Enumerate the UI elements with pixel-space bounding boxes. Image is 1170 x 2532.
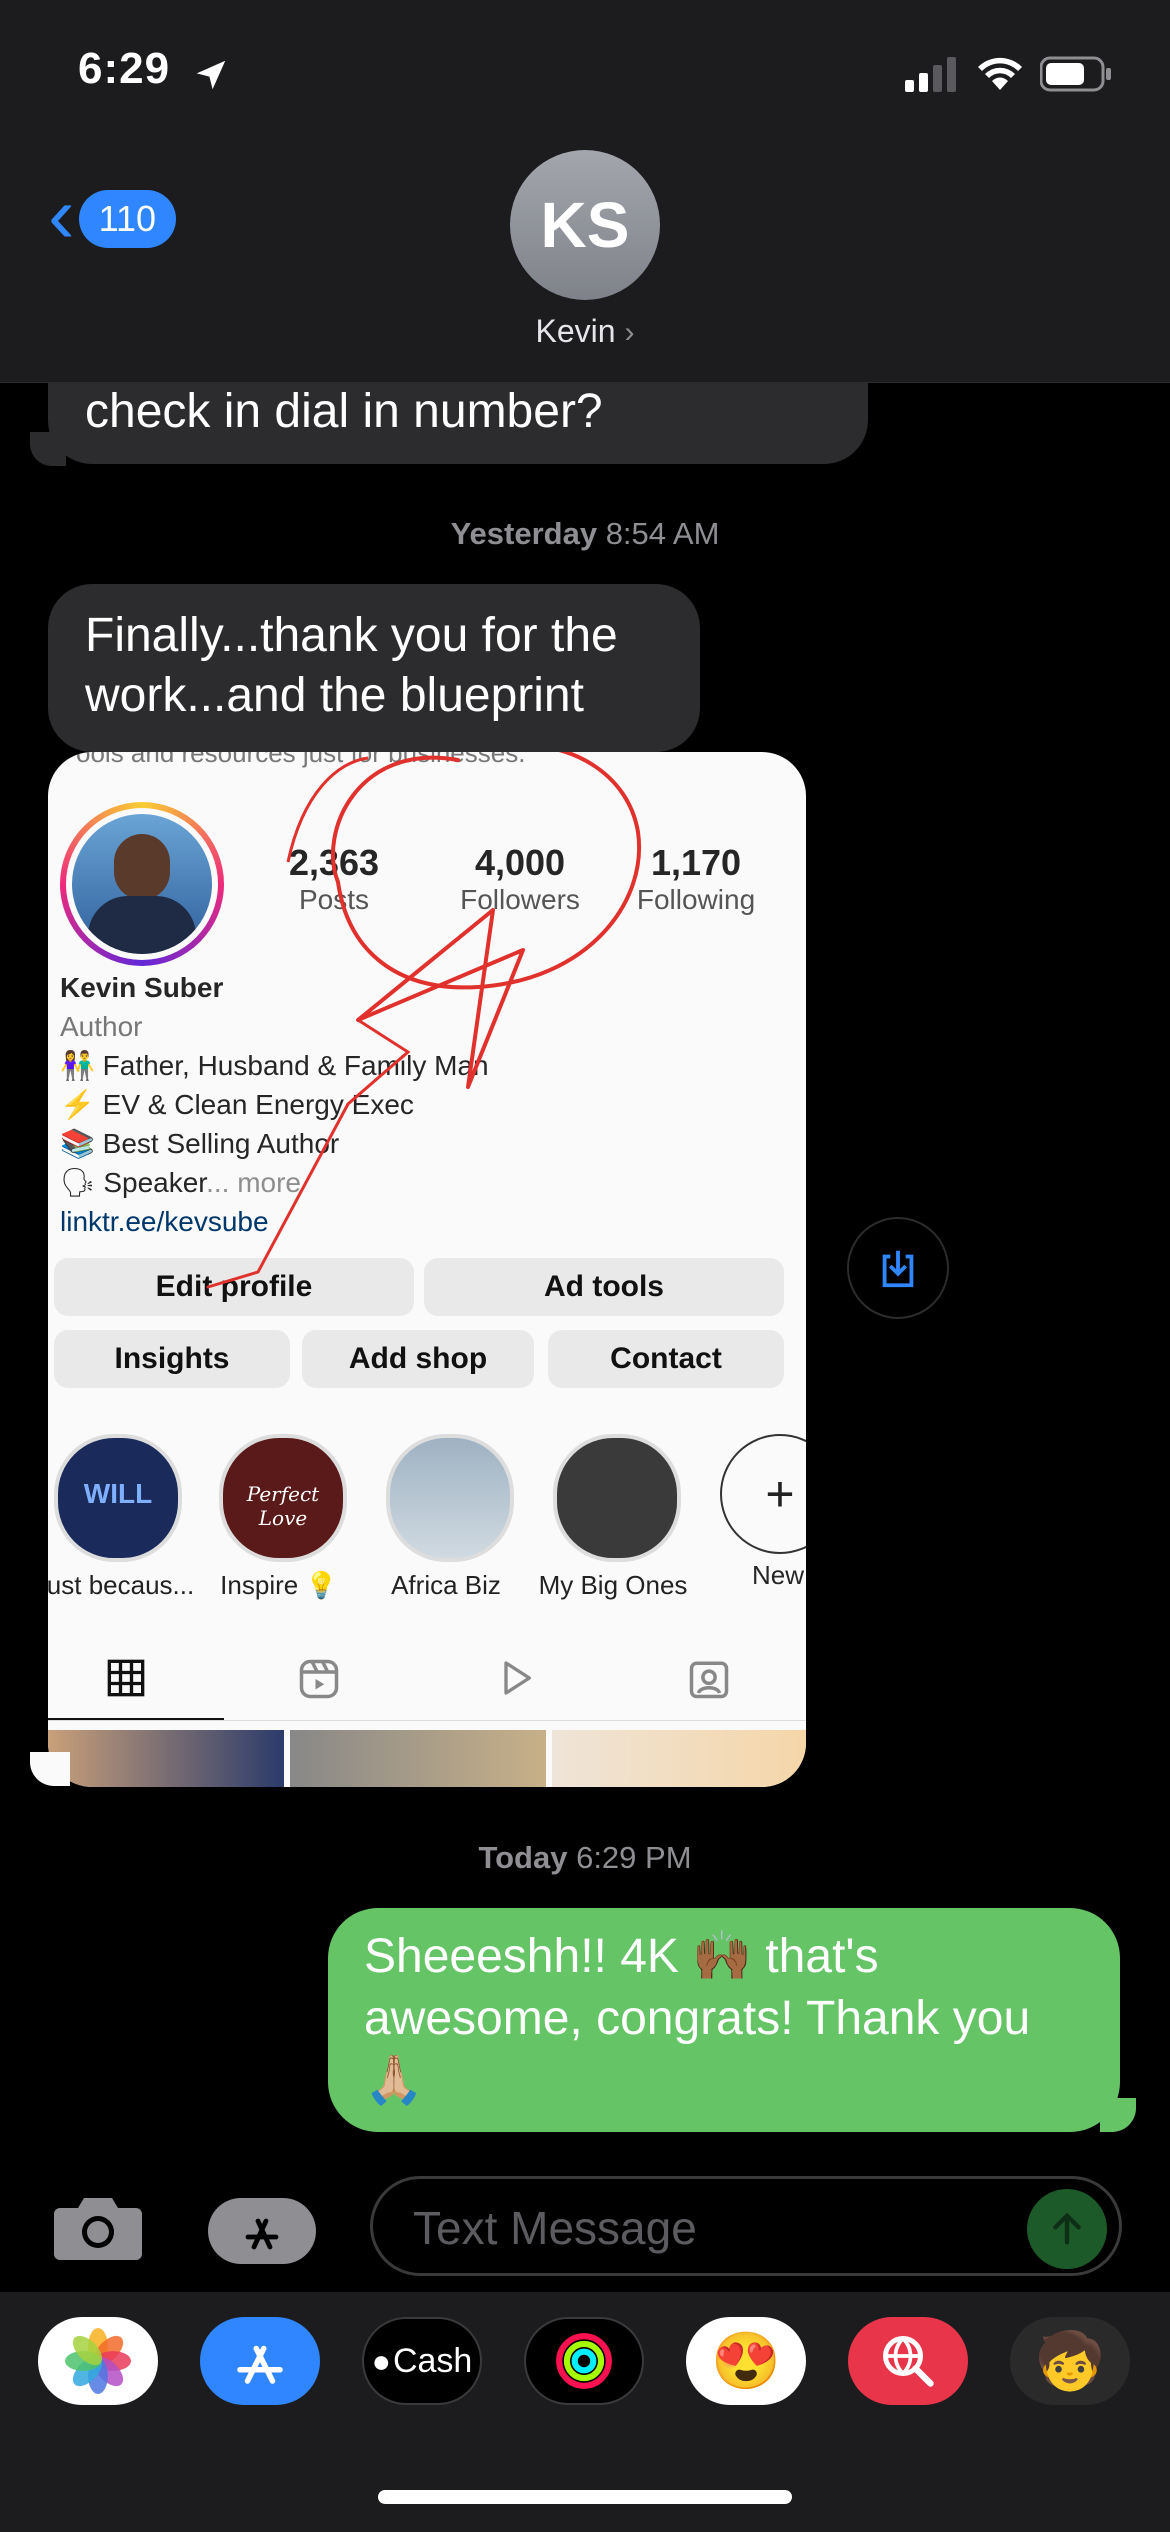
message-bubble-incoming[interactable]: Finally...thank you for the work...and t… <box>48 584 700 752</box>
memoji-stickers-app-icon[interactable]: 😍 <box>686 2317 806 2405</box>
chevron-right-icon: › <box>624 316 635 349</box>
message-text: check in dial in number? <box>85 385 603 438</box>
message-line: work...and the blueprint <box>85 669 584 722</box>
arrow-up-icon <box>1053 2212 1081 2245</box>
apple-cash-app-icon[interactable]: ● Cash <box>362 2317 482 2405</box>
photos-app-icon[interactable] <box>38 2317 158 2405</box>
message-bubble-outgoing[interactable]: Sheeeshh!! 4K 🙌🏾 that's awesome, congrat… <box>328 1908 1120 2132</box>
bubble-tail <box>1100 2098 1136 2132</box>
timestamp: Today 6:29 PM <box>0 1840 1170 1876</box>
photos-flower-icon <box>65 2328 131 2394</box>
image-search-app-icon[interactable] <box>848 2317 968 2405</box>
memoji-app-icon[interactable]: 🧒 <box>1010 2317 1130 2405</box>
app-store-app-icon[interactable] <box>200 2317 320 2405</box>
app-store-icon <box>245 2218 279 2250</box>
memoji-sticker-icon: 😍 <box>711 2329 781 2392</box>
contact-avatar[interactable]: KS <box>510 150 660 300</box>
apple-logo-icon: ● <box>371 2342 391 2379</box>
message-line: Sheeeshh!! 4K 🙌🏾 that's <box>364 1930 879 1983</box>
contact-name-button[interactable]: Kevin › <box>0 313 1170 350</box>
chevron-left-icon: ‹ <box>48 170 75 259</box>
message-line: Finally...thank you for the <box>85 609 618 662</box>
back-button[interactable]: ‹ 110 <box>48 175 177 255</box>
timestamp-day: Today <box>478 1840 568 1875</box>
battery-icon <box>1040 56 1111 92</box>
location-arrow-icon <box>196 60 226 90</box>
app-store-apps-button[interactable] <box>208 2198 316 2264</box>
activity-rings-icon <box>556 2333 612 2389</box>
annotation-circle-arrow <box>206 752 642 1289</box>
timestamp: Yesterday 8:54 AM <box>0 516 1170 552</box>
image-attachment-instagram-profile[interactable]: ools and resources just for businesses. … <box>48 752 806 1787</box>
memoji-face-icon: 🧒 <box>1035 2329 1105 2392</box>
wifi-icon <box>978 57 1022 90</box>
app-store-a-icon <box>237 2345 283 2384</box>
contact-name: Kevin <box>535 313 616 349</box>
timestamp-time: 8:54 AM <box>605 516 720 551</box>
message-input[interactable]: Text Message <box>370 2176 1122 2276</box>
globe-search-icon <box>883 2336 934 2387</box>
camera-icon[interactable] <box>52 2192 144 2262</box>
download-icon <box>882 1250 914 1288</box>
message-bubble-incoming[interactable]: check in dial in number? <box>48 382 868 464</box>
apple-cash-label: Cash <box>392 2341 473 2380</box>
fitness-app-icon[interactable] <box>524 2317 644 2405</box>
bubble-tail <box>30 432 66 466</box>
timestamp-time: 6:29 PM <box>576 1840 692 1875</box>
message-line: awesome, congrats! Thank you <box>364 1992 1031 2045</box>
unread-count-badge: 110 <box>78 190 177 248</box>
message-input-placeholder: Text Message <box>413 2202 697 2254</box>
status-time: 6:29 <box>78 44 171 93</box>
bubble-tail <box>30 1752 70 1786</box>
home-indicator[interactable] <box>378 2490 792 2504</box>
cellular-signal-icon <box>905 57 956 92</box>
save-attachment-button[interactable] <box>847 1217 949 1319</box>
message-line: 🙏🏼 <box>364 2054 424 2107</box>
timestamp-day: Yesterday <box>450 516 598 551</box>
send-button[interactable] <box>1027 2189 1107 2269</box>
